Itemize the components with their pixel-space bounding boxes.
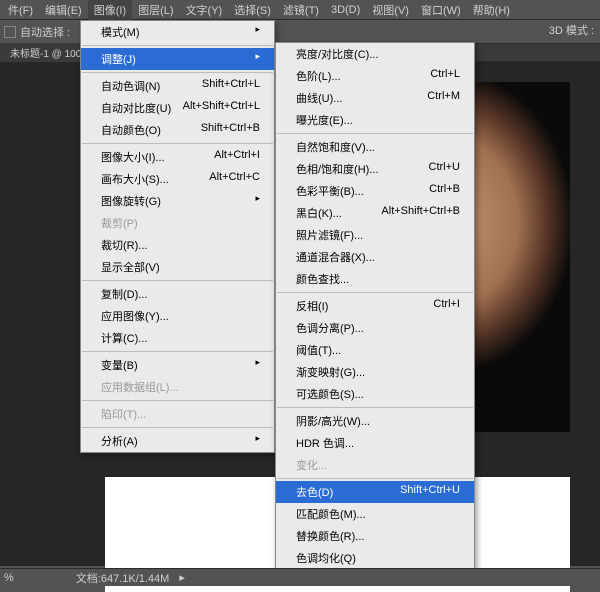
mi-selective-color[interactable]: 可选颜色(S)... xyxy=(276,383,474,405)
sep xyxy=(82,280,273,281)
sep xyxy=(82,400,273,401)
menu-image[interactable]: 图像(I) xyxy=(88,0,132,21)
mi-reveal-all[interactable]: 显示全部(V) xyxy=(81,256,274,278)
mi-duplicate[interactable]: 复制(D)... xyxy=(81,283,274,305)
menu-filter[interactable]: 滤镜(T) xyxy=(277,0,325,21)
mi-posterize[interactable]: 色调分离(P)... xyxy=(276,317,474,339)
mi-desaturate[interactable]: 去色(D)Shift+Ctrl+U xyxy=(276,481,474,503)
sep xyxy=(82,351,273,352)
mi-trap: 陷印(T)... xyxy=(81,403,274,425)
menu-type[interactable]: 文字(Y) xyxy=(180,0,229,21)
mi-variables[interactable]: 变量(B) xyxy=(81,354,274,376)
mi-brightness-contrast[interactable]: 亮度/对比度(C)... xyxy=(276,43,474,65)
mi-auto-contrast[interactable]: 自动对比度(U)Alt+Shift+Ctrl+L xyxy=(81,97,274,119)
menu-view[interactable]: 视图(V) xyxy=(366,0,415,21)
sep xyxy=(82,427,273,428)
mi-hdr-toning[interactable]: HDR 色调... xyxy=(276,432,474,454)
menu-layer[interactable]: 图层(L) xyxy=(132,0,179,21)
mi-channel-mixer[interactable]: 通道混合器(X)... xyxy=(276,246,474,268)
mi-crop: 裁剪(P) xyxy=(81,212,274,234)
image-menu: 模式(M) 调整(J) 自动色调(N)Shift+Ctrl+L 自动对比度(U)… xyxy=(80,20,275,453)
auto-select-label: 自动选择 : xyxy=(20,24,70,40)
menu-edit[interactable]: 编辑(E) xyxy=(39,0,88,21)
options-right: 3D 模式 : xyxy=(549,22,594,38)
mi-threshold[interactable]: 阈值(T)... xyxy=(276,339,474,361)
mi-adjustments[interactable]: 调整(J) xyxy=(81,48,274,70)
sep xyxy=(82,45,273,46)
mi-levels[interactable]: 色阶(L)...Ctrl+L xyxy=(276,65,474,87)
mi-vibrance[interactable]: 自然饱和度(V)... xyxy=(276,136,474,158)
mi-mode[interactable]: 模式(M) xyxy=(81,21,274,43)
mi-black-white[interactable]: 黑白(K)...Alt+Shift+Ctrl+B xyxy=(276,202,474,224)
menu-window[interactable]: 窗口(W) xyxy=(415,0,467,21)
mi-hue-saturation[interactable]: 色相/饱和度(H)...Ctrl+U xyxy=(276,158,474,180)
mi-gradient-map[interactable]: 渐变映射(G)... xyxy=(276,361,474,383)
3d-mode-label: 3D 模式 : xyxy=(549,22,594,38)
status-doc-size: 文档:647.1K/1.44M xyxy=(76,570,170,586)
mi-image-size[interactable]: 图像大小(I)...Alt+Ctrl+I xyxy=(81,146,274,168)
mi-match-color[interactable]: 匹配颜色(M)... xyxy=(276,503,474,525)
mi-variations: 变化... xyxy=(276,454,474,476)
mi-auto-tone[interactable]: 自动色调(N)Shift+Ctrl+L xyxy=(81,75,274,97)
menubar: 件(F) 编辑(E) 图像(I) 图层(L) 文字(Y) 选择(S) 滤镜(T)… xyxy=(0,0,600,20)
mi-apply-image[interactable]: 应用图像(Y)... xyxy=(81,305,274,327)
chevron-right-icon[interactable]: ▸ xyxy=(179,571,185,584)
mi-color-lookup[interactable]: 颜色查找... xyxy=(276,268,474,290)
mi-apply-dataset: 应用数据组(L)... xyxy=(81,376,274,398)
status-bar: % 文档:647.1K/1.44M ▸ xyxy=(0,568,600,586)
menu-file[interactable]: 件(F) xyxy=(2,0,39,21)
mi-auto-color[interactable]: 自动颜色(O)Shift+Ctrl+B xyxy=(81,119,274,141)
mi-curves[interactable]: 曲线(U)...Ctrl+M xyxy=(276,87,474,109)
mi-invert[interactable]: 反相(I)Ctrl+I xyxy=(276,295,474,317)
sep xyxy=(277,478,473,479)
sep xyxy=(277,292,473,293)
menu-3d[interactable]: 3D(D) xyxy=(325,1,366,19)
mi-replace-color[interactable]: 替换颜色(R)... xyxy=(276,525,474,547)
mi-canvas-size[interactable]: 画布大小(S)...Alt+Ctrl+C xyxy=(81,168,274,190)
mi-trim[interactable]: 裁切(R)... xyxy=(81,234,274,256)
mi-color-balance[interactable]: 色彩平衡(B)...Ctrl+B xyxy=(276,180,474,202)
sep xyxy=(82,72,273,73)
mi-shadows-highlights[interactable]: 阴影/高光(W)... xyxy=(276,410,474,432)
auto-select-checkbox[interactable] xyxy=(4,26,16,38)
sep xyxy=(82,143,273,144)
mi-equalize[interactable]: 色调均化(Q) xyxy=(276,547,474,569)
sep xyxy=(277,407,473,408)
mi-image-rotation[interactable]: 图像旋转(G) xyxy=(81,190,274,212)
mi-exposure[interactable]: 曝光度(E)... xyxy=(276,109,474,131)
menu-select[interactable]: 选择(S) xyxy=(228,0,277,21)
mi-analysis[interactable]: 分析(A) xyxy=(81,430,274,452)
mi-calculations[interactable]: 计算(C)... xyxy=(81,327,274,349)
mi-photo-filter[interactable]: 照片滤镜(F)... xyxy=(276,224,474,246)
adjustments-submenu: 亮度/对比度(C)... 色阶(L)...Ctrl+L 曲线(U)...Ctrl… xyxy=(275,42,475,570)
menu-help[interactable]: 帮助(H) xyxy=(467,0,516,21)
sep xyxy=(277,133,473,134)
status-zoom: % xyxy=(4,572,14,584)
